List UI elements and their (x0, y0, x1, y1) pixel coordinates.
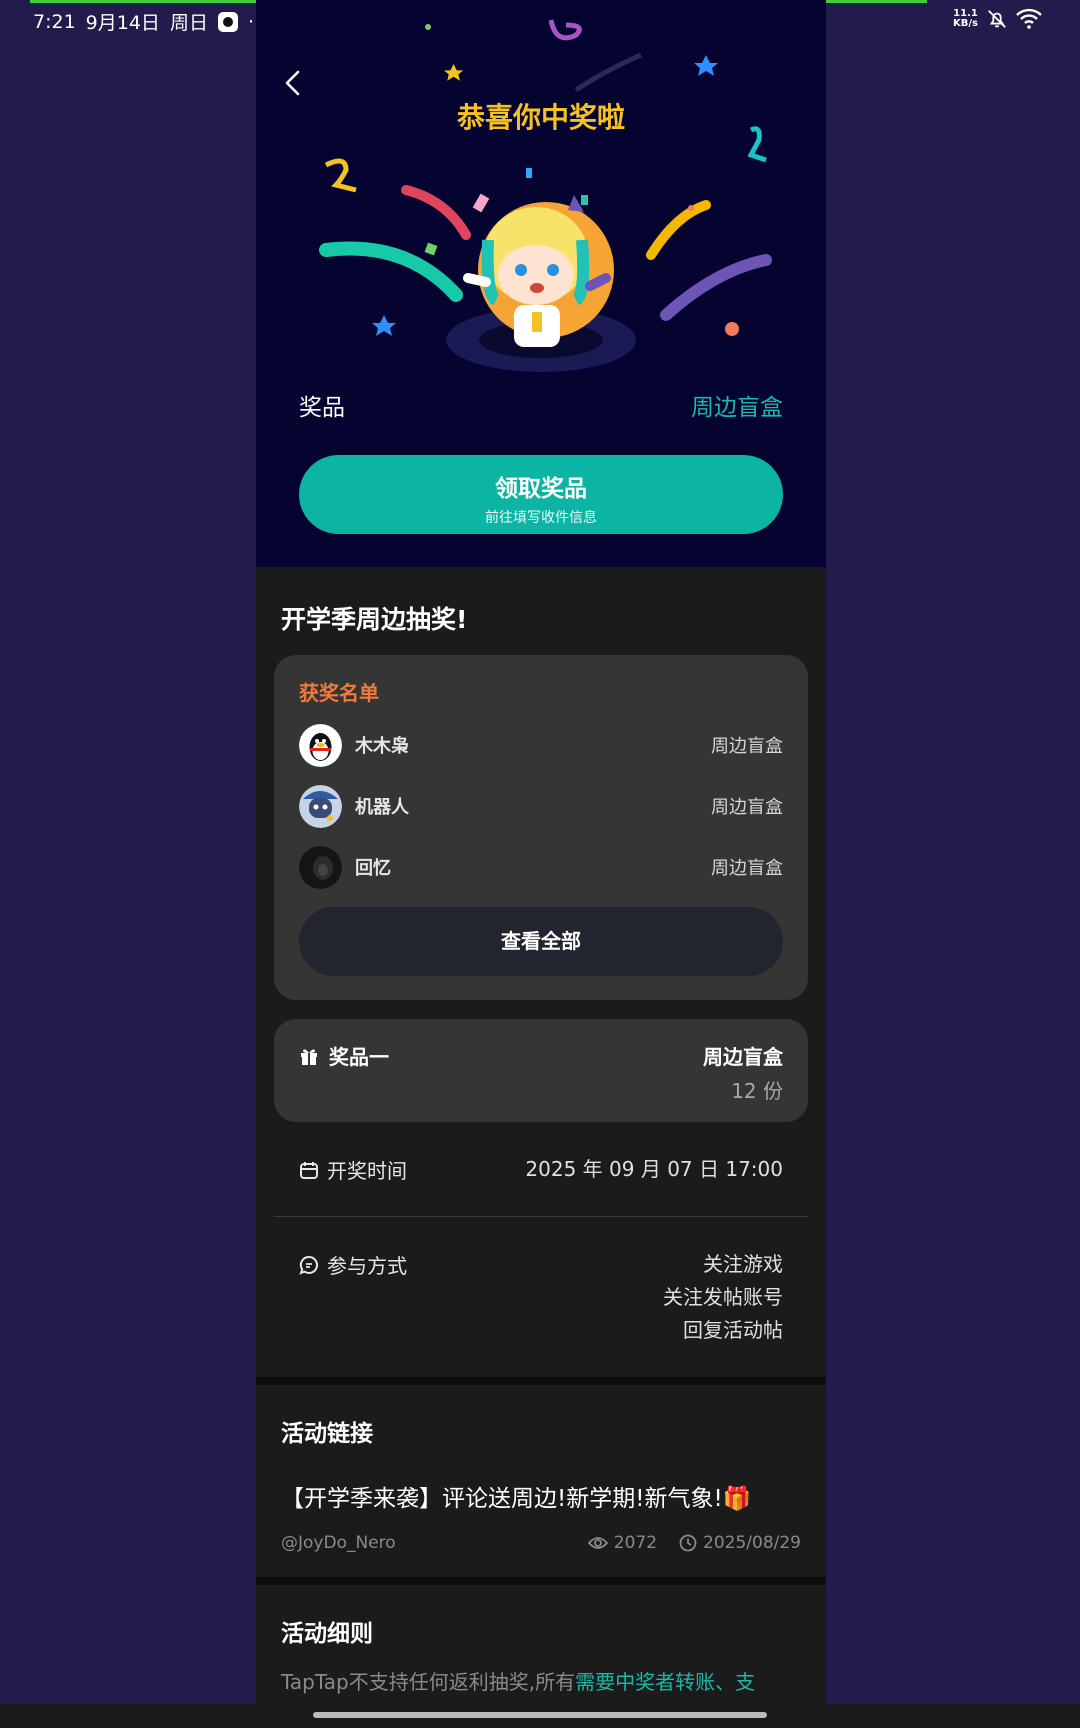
post-date-value: 2025/08/29 (703, 1533, 801, 1553)
participation-label: 参与方式 (327, 1254, 407, 1278)
winner-name: 机器人 (355, 797, 409, 818)
section-separator (256, 1577, 826, 1585)
winners-card: 获奖名单 木木枭 周边盲盒 机器人 周边盲盒 回忆 周边盲盒 查看全部 (274, 655, 808, 1000)
status-time: 7:21 (33, 10, 76, 33)
draw-time-row: 开奖时间 2025 年 09 月 07 日 17:00 (299, 1155, 783, 1185)
winner-row[interactable]: 木木枭 周边盲盒 (299, 723, 783, 767)
participation-method: 关注发帖账号 (663, 1285, 783, 1309)
chat-icon (299, 1255, 318, 1275)
clock-icon (679, 1534, 697, 1552)
winner-name: 回忆 (355, 858, 391, 879)
view-all-button[interactable]: 查看全部 (299, 907, 783, 976)
draw-time-label-group: 开奖时间 (299, 1155, 407, 1184)
winner-prize: 周边盲盒 (711, 736, 783, 757)
section-separator (256, 1377, 826, 1385)
prize-card-count: 12 份 (731, 1079, 783, 1103)
post-author[interactable]: @JoyDo_Nero (281, 1533, 396, 1553)
net-speed-unit: KB/s (953, 18, 978, 29)
qq-penguin-avatar (299, 723, 342, 767)
post-stats: 2072 2025/08/29 (587, 1533, 801, 1553)
home-gesture-handle[interactable] (313, 1712, 767, 1718)
activity-link-title: 活动链接 (281, 1421, 373, 1447)
prize-card-label-group: 奖品一 (299, 1041, 389, 1070)
activity-title: 开学季周边抽奖! (281, 605, 468, 634)
participation-row: 参与方式 关注游戏 关注发帖账号 回复活动帖 (299, 1250, 783, 1350)
divider (274, 1216, 808, 1217)
claim-prize-button[interactable]: 领取奖品 前往填写收件信息 (299, 455, 783, 534)
calendar-icon (300, 1161, 318, 1179)
winner-prize: 周边盲盒 (711, 797, 783, 818)
rules-text: TapTap不支持任何返利抽奖,所有需要中奖者转账、支 (281, 1666, 811, 1695)
status-right: 11.1 KB/s (953, 8, 1042, 30)
winner-row[interactable]: 回忆 周边盲盒 (299, 845, 783, 889)
prize-hero: 恭喜你中奖啦 奖品 周边盲盒 领取奖品 前往填写收件信息 (256, 0, 826, 567)
net-speed: 11.1 KB/s (953, 9, 978, 29)
winners-title: 获奖名单 (299, 681, 379, 705)
activity-post-title[interactable]: 【开学季来袭】评论送周边!新学期!新气象!🎁 (281, 1479, 751, 1513)
claim-button-title: 领取奖品 (495, 476, 587, 502)
participation-methods: 关注游戏 关注发帖账号 回复活动帖 (663, 1248, 783, 1347)
mute-bell-icon (988, 10, 1006, 28)
prize-card-label: 奖品一 (329, 1045, 389, 1069)
participation-label-group: 参与方式 (299, 1250, 407, 1279)
winner-name: 木木枭 (355, 736, 409, 757)
post-views: 2072 (587, 1533, 658, 1553)
status-date: 9月14日 (85, 12, 160, 34)
app-screen: 恭喜你中奖啦 奖品 周边盲盒 领取奖品 前往填写收件信息 开学季周边抽奖! 获奖… (256, 0, 826, 1704)
draw-time-value: 2025 年 09 月 07 日 17:00 (525, 1157, 783, 1181)
prize-card: 奖品一 周边盲盒 12 份 (274, 1019, 808, 1122)
rules-title: 活动细则 (281, 1621, 373, 1647)
celebration-illustration (319, 19, 772, 372)
draw-time-label: 开奖时间 (327, 1159, 407, 1183)
prize-label: 奖品 (299, 395, 345, 421)
prize-value: 周边盲盒 (691, 395, 783, 421)
app-icon (217, 11, 238, 32)
eye-icon (587, 1537, 608, 1549)
claim-button-subtitle: 前往填写收件信息 (485, 510, 597, 526)
congrats-title: 恭喜你中奖啦 (456, 101, 625, 134)
post-date: 2025/08/29 (679, 1533, 801, 1553)
gift-icon (301, 1048, 317, 1065)
gesture-nav-bar (0, 1704, 1080, 1728)
back-arrow-icon[interactable] (278, 68, 308, 98)
participation-method: 关注游戏 (703, 1252, 783, 1276)
status-weekday: 周日 (169, 12, 208, 34)
wifi-icon (1016, 8, 1042, 29)
dark-photo-avatar (299, 845, 342, 889)
rules-text-plain: TapTap不支持任何返利抽奖,所有 (281, 1670, 576, 1694)
activity-post-meta: @JoyDo_Nero 2072 2025/08/29 (281, 1533, 801, 1553)
prize-card-value: 周边盲盒 (703, 1045, 783, 1069)
post-views-count: 2072 (613, 1533, 658, 1553)
winner-prize: 周边盲盒 (711, 858, 783, 879)
winner-row[interactable]: 机器人 周边盲盒 (299, 784, 783, 828)
participation-method: 回复活动帖 (683, 1318, 783, 1342)
robot-avatar (299, 784, 342, 828)
status-left: 7:21 9月14日 周日 ··· (33, 8, 266, 35)
rules-text-highlight: 需要中奖者转账、支 (575, 1670, 756, 1694)
